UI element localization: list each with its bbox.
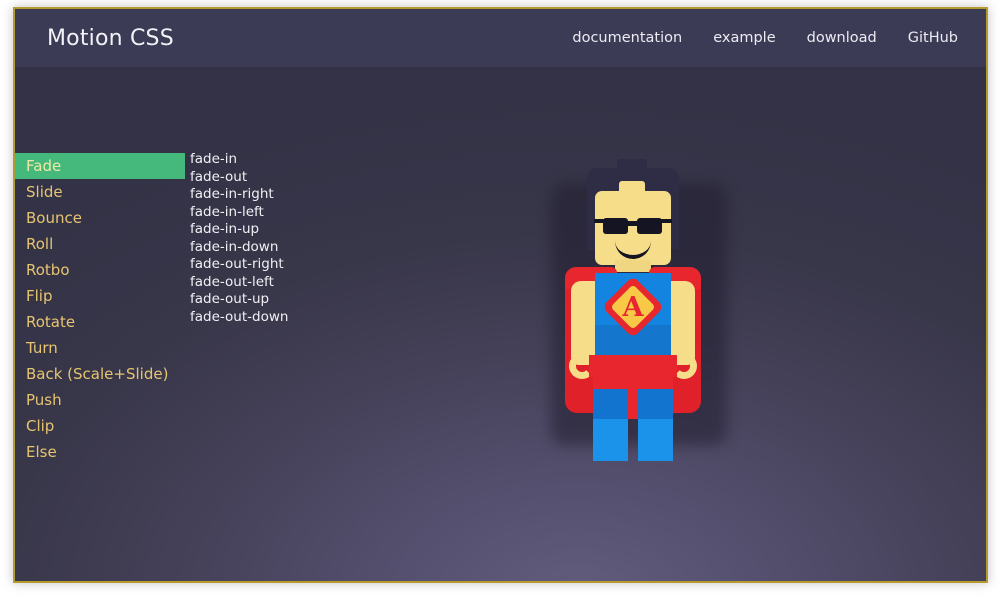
- sidebar-item-fade[interactable]: Fade: [15, 153, 185, 179]
- sidebar-item-rotbo[interactable]: Rotbo: [15, 257, 185, 283]
- sunglasses-bridge-icon: [627, 221, 638, 226]
- hero-emblem-letter: A: [611, 288, 655, 328]
- nav-link-github[interactable]: GitHub: [908, 30, 958, 46]
- sidebar-item-clip[interactable]: Clip: [15, 413, 185, 439]
- lego-leg-divider: [628, 371, 638, 419]
- animation-name-list: fade-in fade-out fade-in-right fade-in-l…: [190, 151, 400, 326]
- animation-item-fade-out-right[interactable]: fade-out-right: [190, 256, 400, 274]
- sidebar-item-back[interactable]: Back (Scale+Slide): [15, 361, 185, 387]
- site-header: Motion CSS documentation example downloa…: [15, 9, 986, 67]
- animation-item-fade-in-right[interactable]: fade-in-right: [190, 186, 400, 204]
- lego-leg-left-upper: [593, 389, 628, 423]
- animation-preview-stage: A: [495, 157, 795, 497]
- animation-item-fade-in-left[interactable]: fade-in-left: [190, 204, 400, 222]
- main-nav: documentation example download GitHub: [572, 30, 964, 46]
- sidebar-item-turn[interactable]: Turn: [15, 335, 185, 361]
- category-menu: Fade Slide Bounce Roll Rotbo Flip Rotate…: [15, 153, 185, 465]
- sidebar-item-slide[interactable]: Slide: [15, 179, 185, 205]
- sidebar-item-rotate[interactable]: Rotate: [15, 309, 185, 335]
- sunglasses-temple-left-icon: [594, 219, 604, 223]
- nav-link-example[interactable]: example: [713, 30, 775, 46]
- animation-item-fade-out[interactable]: fade-out: [190, 169, 400, 187]
- lego-leg-left-lower: [593, 419, 628, 461]
- sidebar-item-roll[interactable]: Roll: [15, 231, 185, 257]
- page-content: Fade Slide Bounce Roll Rotbo Flip Rotate…: [15, 67, 986, 581]
- browser-page-frame: Motion CSS documentation example downloa…: [13, 7, 988, 583]
- nav-link-download[interactable]: download: [807, 30, 877, 46]
- sunglasses-lens-left-icon: [603, 218, 628, 234]
- nav-link-documentation[interactable]: documentation: [572, 30, 682, 46]
- brand-title: Motion CSS: [47, 26, 174, 51]
- animation-item-fade-out-left[interactable]: fade-out-left: [190, 274, 400, 292]
- sidebar-item-flip[interactable]: Flip: [15, 283, 185, 309]
- animation-item-fade-out-down[interactable]: fade-out-down: [190, 309, 400, 327]
- sunglasses-lens-right-icon: [637, 218, 662, 234]
- sidebar-item-bounce[interactable]: Bounce: [15, 205, 185, 231]
- sidebar-item-push[interactable]: Push: [15, 387, 185, 413]
- lego-leg-right-lower: [638, 419, 673, 461]
- animation-item-fade-in[interactable]: fade-in: [190, 151, 400, 169]
- sunglasses-temple-right-icon: [661, 219, 672, 223]
- lego-superhero-figure: A: [545, 157, 725, 457]
- animation-item-fade-in-down[interactable]: fade-in-down: [190, 239, 400, 257]
- lego-leg-right-upper: [638, 389, 673, 423]
- page-background: Motion CSS documentation example downloa…: [15, 9, 986, 581]
- sidebar-item-else[interactable]: Else: [15, 439, 185, 465]
- screenshot-canvas: Motion CSS documentation example downloa…: [0, 0, 1000, 600]
- lego-neck: [615, 260, 651, 272]
- animation-item-fade-in-up[interactable]: fade-in-up: [190, 221, 400, 239]
- animation-item-fade-out-up[interactable]: fade-out-up: [190, 291, 400, 309]
